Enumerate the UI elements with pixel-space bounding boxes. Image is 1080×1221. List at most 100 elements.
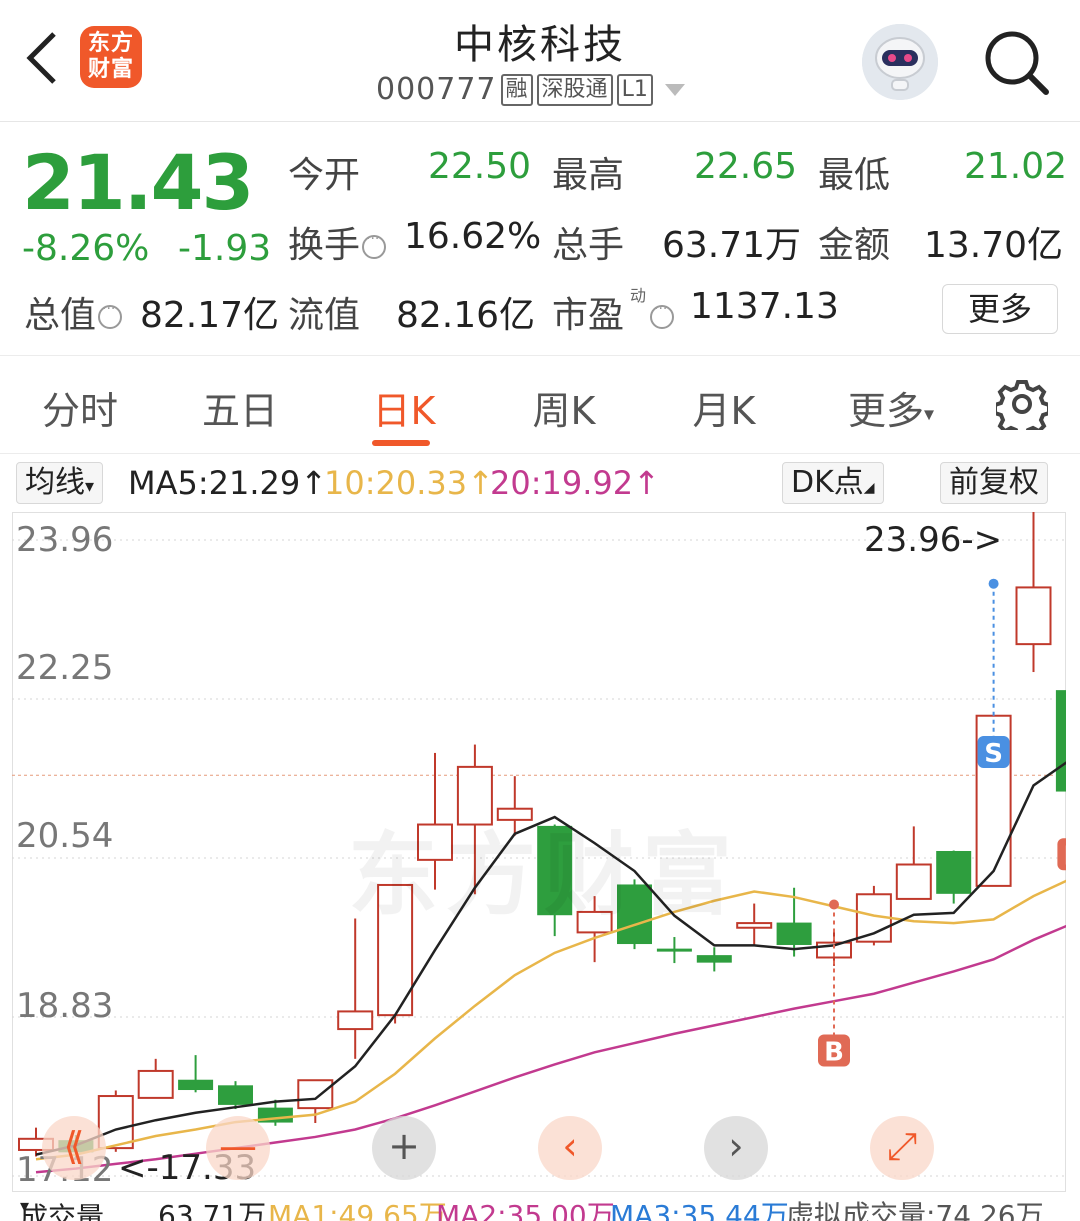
y-tick-label: 20.54: [16, 816, 114, 856]
ma20-value: 20:19.92↑: [490, 464, 660, 502]
ma5-value: MA5:21.29↑: [128, 464, 327, 502]
gear-icon[interactable]: [996, 378, 1048, 430]
market-cap-value: 82.17亿: [140, 295, 280, 336]
logo-text-line2: 财富: [87, 57, 134, 82]
eastmoney-logo[interactable]: 东方 财富: [80, 26, 142, 88]
info-icon[interactable]: [362, 231, 387, 259]
indicator-row: 均线▾ MA5:21.29↑ 10:20.33↑ 20:19.92↑ DK点◢ …: [0, 456, 1080, 512]
low-label: 最低: [818, 155, 891, 196]
logo-text-line1: 东方: [87, 31, 134, 56]
ma-select-label: 均线: [25, 465, 85, 500]
turnover-value: 16.62%: [404, 216, 542, 257]
volume-select-label: 成交量: [20, 1201, 105, 1221]
ma20-text: 20:19.92: [490, 464, 634, 502]
candle-body-up: [137, 1069, 174, 1099]
candle-body-up: [1015, 586, 1052, 646]
caret-down-icon: ▾: [85, 476, 95, 497]
header-bar: 东方 财富 中核科技 000777 融 深股通 L1: [0, 0, 1080, 122]
tab-more[interactable]: 更多▾: [826, 380, 956, 435]
change-amount: -1.93: [178, 228, 272, 269]
ma10-value: 10:20.33↑: [324, 464, 494, 502]
sell-signal-label: S: [984, 739, 1003, 769]
pe-value: 1137.13: [690, 286, 839, 327]
quote-panel: 21.43 -8.26% -1.93 今开 22.50 最高 22.65 最低 …: [0, 122, 1080, 356]
high-value: 22.65: [694, 146, 798, 187]
volume-label: 总手: [552, 225, 625, 266]
pe-label[interactable]: 市盈: [552, 286, 675, 338]
ma5-text: MA5:21.29: [128, 464, 301, 502]
pe-label-text: 市盈: [552, 295, 625, 336]
candle-body-up: [337, 1010, 374, 1031]
period-tabs: 分时 五日 日K 周K 月K 更多▾: [0, 356, 1080, 454]
tab-daily-k[interactable]: 日K: [334, 380, 474, 435]
zoom-out-button[interactable]: —: [206, 1116, 270, 1180]
open-label: 今开: [288, 155, 361, 196]
dk-point-select[interactable]: DK点◢: [782, 462, 884, 504]
open-value: 22.50: [428, 146, 532, 187]
low-value: 21.02: [964, 146, 1068, 187]
fullscreen-button[interactable]: ⤢: [870, 1116, 934, 1180]
level-tag: L1: [616, 73, 653, 106]
stock-code-row[interactable]: 000777 融 深股通 L1: [376, 72, 685, 107]
caret-down-icon: ▾: [20, 1196, 30, 1217]
connect-tag: 深股通: [536, 73, 613, 106]
pe-dynamic-superscript: 动: [630, 286, 647, 305]
info-icon[interactable]: [98, 301, 123, 329]
amount-label: 金额: [818, 225, 891, 266]
more-fields-button[interactable]: 更多: [942, 284, 1058, 334]
watermark: 东方财富: [348, 823, 740, 928]
tab-intraday[interactable]: 分时: [10, 380, 150, 435]
buy-signal-label: B: [824, 1037, 844, 1067]
last-price: 21.43: [22, 138, 254, 227]
turnover-label-text: 换手: [288, 225, 361, 266]
info-icon[interactable]: [650, 301, 675, 329]
candle-body-up: [895, 863, 932, 900]
market-cap-label[interactable]: 总值: [24, 286, 123, 338]
high-marker-label: 23.96->: [864, 520, 1003, 560]
tab-monthly-k[interactable]: 月K: [654, 380, 794, 435]
amount-value: 13.70亿: [924, 225, 1064, 266]
y-tick-label: 23.96: [16, 520, 114, 560]
volume-today: 63.71万: [158, 1199, 267, 1221]
chevron-down-icon[interactable]: [664, 83, 685, 96]
y-tick-label: 22.25: [16, 648, 114, 688]
candle-body-down: [218, 1085, 253, 1105]
zoom-in-button[interactable]: +: [372, 1116, 436, 1180]
volume-indicator-row: 成交量 ▾ 63.71万 MA1:49.65万 MA2:35.00万 MA3:3…: [0, 1192, 1080, 1221]
signal-dot: [829, 899, 839, 910]
market-cap-label-text: 总值: [24, 295, 97, 336]
up-arrow-icon: ↑: [633, 464, 660, 502]
y-tick-label: 18.83: [16, 986, 114, 1026]
float-cap-label: 流值: [288, 295, 361, 336]
search-icon[interactable]: [982, 28, 1052, 98]
candle-body-up: [736, 922, 773, 929]
adjust-select[interactable]: 前复权: [940, 462, 1048, 504]
turnover-label[interactable]: 换手: [288, 216, 387, 268]
candle-body-up: [297, 1079, 334, 1110]
volume-value: 63.71万: [662, 225, 802, 266]
candle-body-down: [936, 850, 972, 894]
candle-body-down: [656, 948, 692, 952]
scroll-right-button[interactable]: ›: [704, 1116, 768, 1180]
virtual-volume: 虚拟成交量:74.26万: [786, 1199, 1044, 1221]
scroll-left-button[interactable]: ‹: [538, 1116, 602, 1180]
corner-triangle-icon: ◢: [863, 480, 875, 496]
back-arrow-icon[interactable]: [22, 30, 62, 86]
tab-more-label: 更多: [847, 389, 924, 433]
float-cap-value: 82.16亿: [396, 295, 536, 336]
buy-signal-label: B: [1063, 841, 1066, 871]
ai-assistant-robot-icon[interactable]: [862, 24, 938, 100]
candle-body-down: [776, 922, 812, 945]
tab-weekly-k[interactable]: 周K: [494, 380, 634, 435]
change-percent: -8.26%: [22, 228, 150, 269]
candle-body-down: [1055, 690, 1066, 792]
caret-down-icon: ▾: [923, 401, 935, 426]
margin-tag: 融: [500, 73, 533, 106]
kline-chart[interactable]: BSB 东方财富 23.96 22.25 20.54 18.83 17.12 2…: [12, 512, 1066, 1192]
tab-five-day[interactable]: 五日: [170, 380, 310, 435]
volume-ma1: MA1:49.65万: [268, 1199, 447, 1221]
dk-point-label: DK点: [791, 465, 864, 500]
rewind-button[interactable]: ⟪: [42, 1116, 106, 1180]
ma-select[interactable]: 均线▾: [16, 462, 104, 504]
high-label: 最高: [552, 155, 625, 196]
